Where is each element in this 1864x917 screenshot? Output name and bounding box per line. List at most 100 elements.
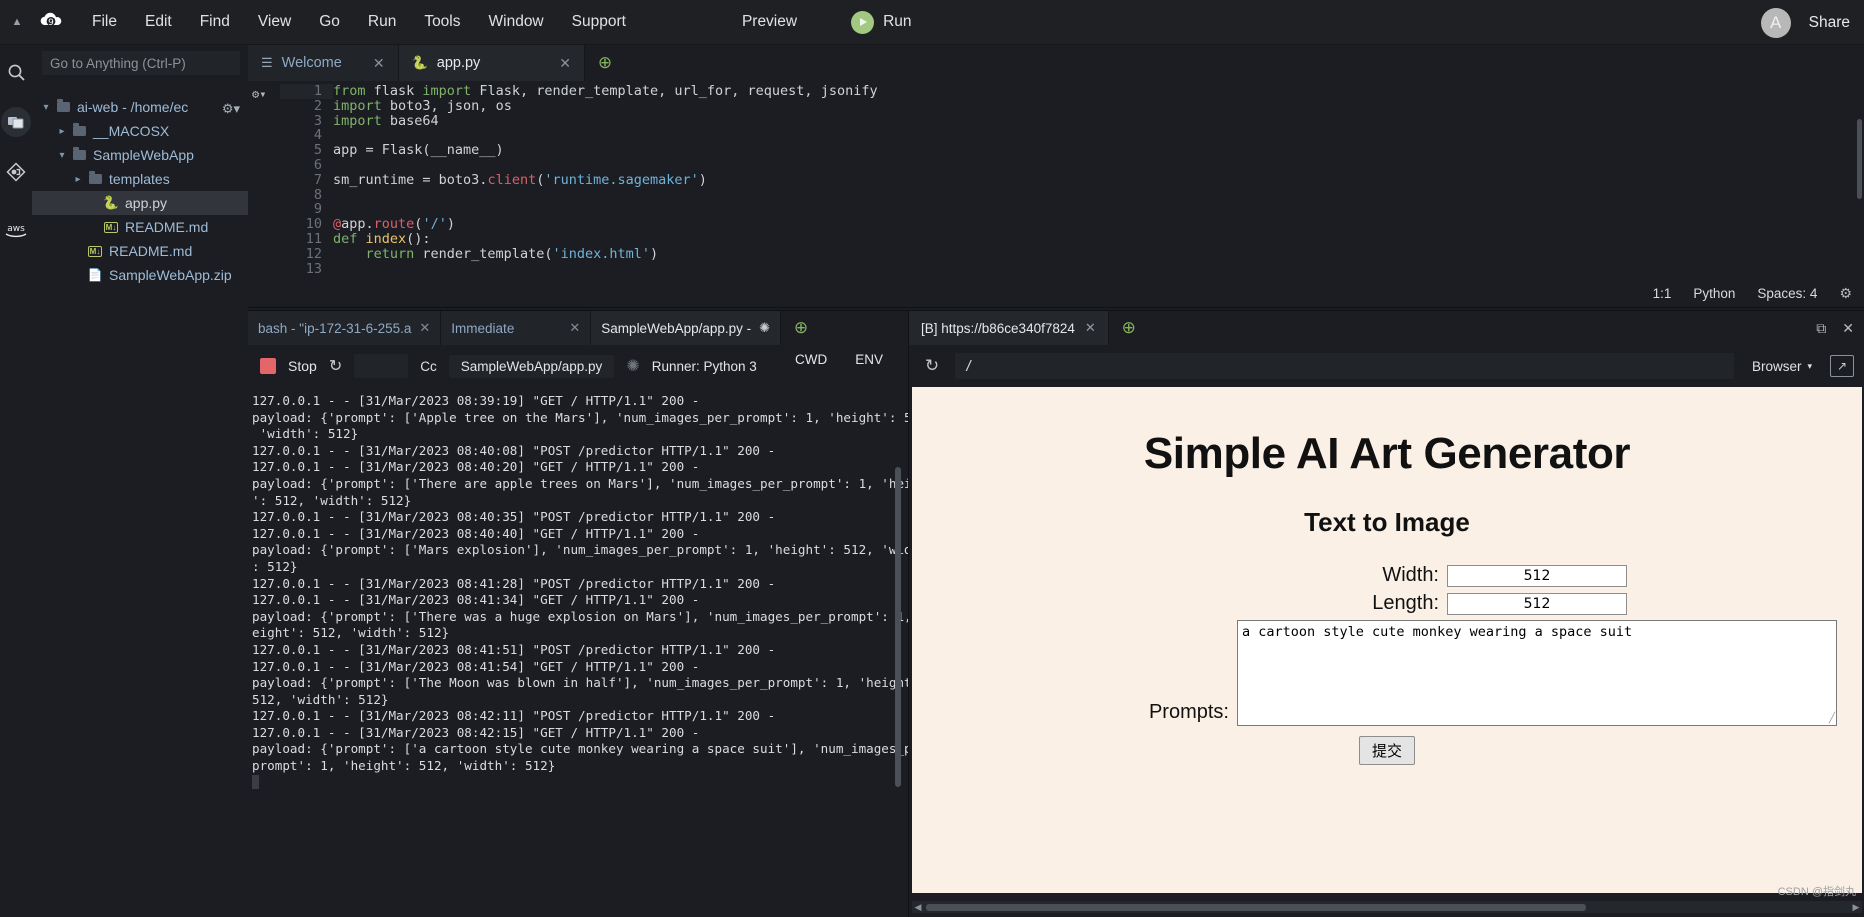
console-tab-runner[interactable]: SampleWebApp/app.py - ✺ [591,311,781,345]
terminal-scrollbar[interactable] [895,467,901,787]
tree-item-readme-outer[interactable]: M↓ README.md [32,239,248,263]
chevron-right-icon[interactable]: ▸ [70,174,86,185]
chevron-right-icon[interactable]: ▶ [1850,902,1862,913]
url-input[interactable]: / [955,353,1734,379]
chevron-right-icon[interactable]: ▸ [54,126,70,137]
new-browser-tab-button[interactable]: ⊕ [1109,311,1149,345]
close-icon[interactable]: ✕ [1085,320,1096,336]
aws-icon[interactable]: aws [0,213,32,247]
menu-item-window[interactable]: Window [475,8,558,36]
line-number: 13 [280,262,333,277]
console-tab-immediate[interactable]: Immediate ✕ [441,311,591,345]
editor-tab-label: Welcome [282,55,342,71]
console-tab-label: bash - "ip-172-31-6-255.a [258,321,411,336]
new-editor-tab-button[interactable]: ⊕ [585,45,625,81]
length-input[interactable]: 512 [1447,593,1627,615]
scrollbar-thumb[interactable] [926,904,1586,911]
indent-setting[interactable]: Spaces: 4 [1757,286,1817,301]
search-icon[interactable] [0,55,32,89]
prompts-textarea[interactable]: a cartoon style cute monkey wearing a sp… [1237,620,1837,726]
tree-item-samplewebapp-zip[interactable]: 📄 SampleWebApp.zip [32,263,248,287]
menu-item-file[interactable]: File [78,8,131,36]
close-icon[interactable]: ✕ [373,55,385,72]
avatar[interactable]: A [1761,8,1791,38]
terminal-line: eight': 512, 'width': 512} [252,625,908,642]
source-control-icon[interactable] [0,155,32,189]
close-icon[interactable]: ✕ [419,320,430,336]
reload-icon[interactable]: ↻ [329,356,342,376]
tree-item-app-py[interactable]: 🐍 app.py [32,191,248,215]
gear-icon[interactable]: ⚙▾ [222,101,240,117]
triangle-up-icon[interactable]: ▲ [0,17,34,28]
runner-command-input[interactable]: SampleWebApp/app.py [449,355,615,378]
code-content[interactable]: ⚙▾ 1from flask import Flask, render_temp… [248,81,1864,280]
browser-mode-label: Browser [1752,359,1802,374]
search-input[interactable]: Go to Anything (Ctrl-P) [42,51,240,75]
menu-item-edit[interactable]: Edit [131,8,186,36]
reload-icon[interactable]: ↻ [919,356,945,376]
run-button[interactable]: Run [841,7,921,38]
close-icon[interactable]: ✕ [559,55,571,72]
terminal-line: payload: {'prompt': ['There was a huge e… [252,609,908,626]
cwd-button[interactable]: CWD [795,352,827,367]
cloud9-logo-icon[interactable]: 9 [38,9,64,35]
submit-button[interactable]: 提交 [1359,736,1415,765]
page-horizontal-scrollbar[interactable]: ◀ ▶ [912,901,1862,913]
gear-icon[interactable]: ⚙ [1839,285,1852,302]
chevron-down-icon[interactable]: ▾ [38,102,54,113]
terminal-output: 127.0.0.1 - - [31/Mar/2023 08:39:19] "GE… [250,393,908,775]
terminal-cursor-line [250,775,908,792]
tree-item-templates[interactable]: ▸ templates [32,167,248,191]
run-button-label: Run [883,13,911,31]
svg-text:aws: aws [7,224,25,234]
tree-item-macosx[interactable]: ▸ __MACOSX [32,119,248,143]
chevron-left-icon[interactable]: ◀ [912,902,924,913]
menu-item-tools[interactable]: Tools [410,8,474,36]
browser-tab-label: [B] https://b86ce340f7824 [921,321,1075,336]
resize-handle-icon[interactable]: ╱ [1829,713,1835,724]
editor-vertical-scrollbar[interactable] [1857,119,1862,199]
terminal-line: 512, 'width': 512} [252,692,908,709]
menu-item-support[interactable]: Support [558,8,640,36]
tree-item-ai-web[interactable]: ▾ ai-web - /home/ec [32,95,248,119]
share-button[interactable]: Share [1809,14,1850,32]
menu-item-run[interactable]: Run [354,8,410,36]
code-line-text: def index(): [333,232,431,247]
close-icon[interactable]: ✕ [1842,320,1854,337]
terminal-output-wrapper[interactable]: 127.0.0.1 - - [31/Mar/2023 08:39:19] "GE… [248,387,908,917]
tree-item-readme-inner[interactable]: M↓ README.md [32,215,248,239]
chevron-down-icon: ▾ [1807,361,1812,372]
chevron-down-icon[interactable]: ▾ [54,150,70,161]
gear-icon[interactable]: ⚙▾ [252,87,266,101]
width-input[interactable]: 512 [1447,565,1627,587]
preview-button[interactable]: Preview [732,8,807,36]
env-button[interactable]: ENV [855,352,883,367]
length-label: Length: [1147,592,1447,615]
language-mode[interactable]: Python [1693,286,1735,301]
menu-item-view[interactable]: View [244,8,305,36]
cloud9-ide-window: ▲ 9 File Edit Find View Go Run Tools Win… [0,0,1864,917]
menu-item-go[interactable]: Go [305,8,354,36]
terminal-line: ': 512, 'width': 512} [252,493,908,510]
restore-window-icon[interactable]: ⧉ [1816,320,1826,337]
menu-item-find[interactable]: Find [186,8,244,36]
popout-icon[interactable]: ↗ [1830,355,1854,377]
tree-item-samplewebapp[interactable]: ▾ SampleWebApp [32,143,248,167]
console-tab-bash[interactable]: bash - "ip-172-31-6-255.a ✕ [248,311,441,345]
browser-tab-bar: [B] https://b86ce340f7824 ✕ ⊕ ⧉ ✕ [909,311,1864,345]
stop-square-icon[interactable] [260,358,276,374]
files-icon[interactable] [1,107,31,137]
terminal-line: prompt': 1, 'height': 512, 'width': 512} [252,758,908,775]
browser-tab[interactable]: [B] https://b86ce340f7824 ✕ [909,311,1109,345]
new-console-tab-button[interactable]: ⊕ [781,311,821,345]
editor-tab-welcome[interactable]: ☰ Welcome ✕ [248,45,399,81]
runner-selector[interactable]: Runner: Python 3 [652,359,757,374]
runner-args-field[interactable] [354,354,408,378]
editor-tab-app-py[interactable]: 🐍 app.py ✕ [399,45,585,81]
browser-mode-button[interactable]: Browser ▾ [1744,355,1820,378]
stop-button-label[interactable]: Stop [288,358,317,374]
length-field-row: Length: 512 [912,592,1862,615]
close-icon[interactable]: ✕ [569,320,580,336]
terminal-caret [252,775,259,789]
gear-icon[interactable]: ✺ [626,356,639,376]
